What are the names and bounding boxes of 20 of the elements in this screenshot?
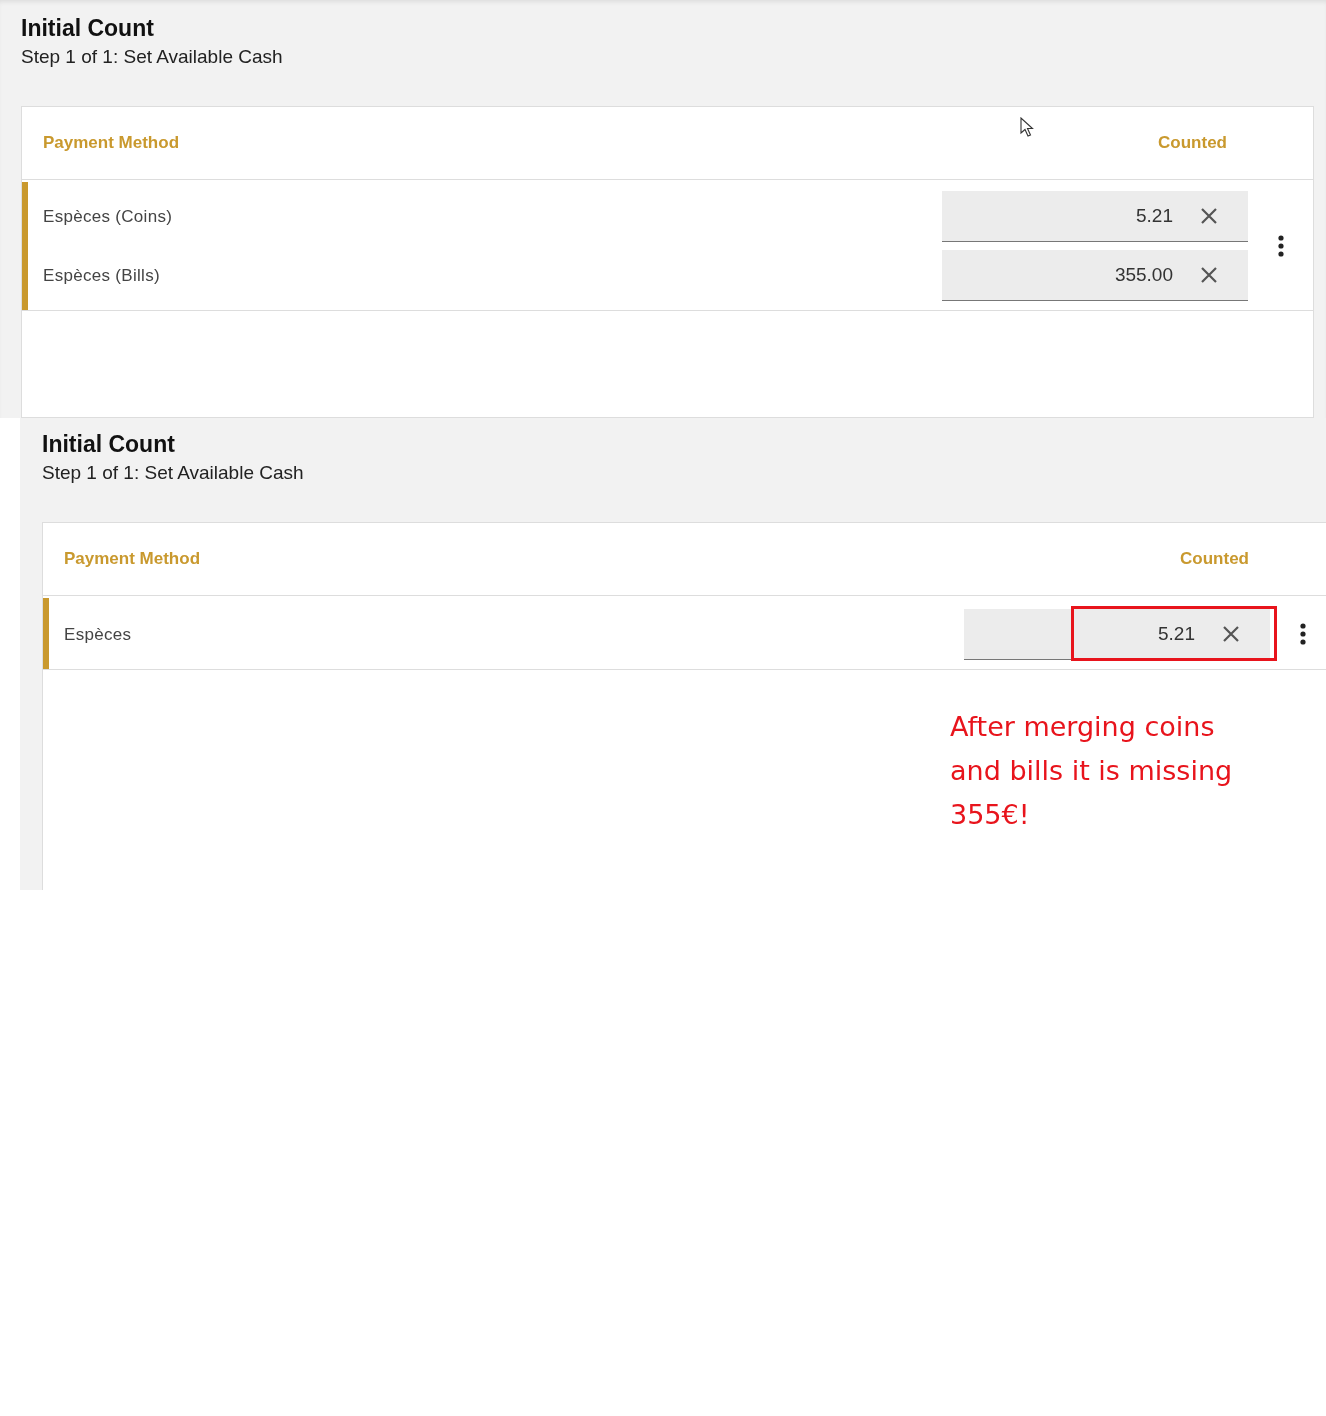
payment-method-label: Espèces (Coins) [42,206,174,227]
column-header: Counted [1180,549,1249,569]
step-subtitle: Step 1 of 1: Set Available Cash [42,461,305,485]
page-title: Initial Count [21,14,154,42]
payment-method-label: Espèces [63,624,133,645]
row-accent-bar [43,598,49,669]
more-options-icon[interactable] [1277,235,1284,257]
column-header: Payment Method [63,549,202,569]
annotation-text: After merging coins and bills it is missing 355€! [950,710,1234,832]
amount-field[interactable]: 355.00 [942,250,1248,301]
close-icon[interactable] [1222,625,1240,643]
more-options-icon[interactable] [1299,622,1306,645]
payment-method-label: Espèces (Bills) [42,265,161,286]
close-icon[interactable] [1200,207,1218,225]
column-header: Counted [1158,133,1227,153]
column-header: Payment Method [42,133,181,153]
page-title: Initial Count [42,430,175,458]
amount-field[interactable]: 5.21 [942,191,1248,242]
step-subtitle: Step 1 of 1: Set Available Cash [21,45,284,69]
close-icon[interactable] [1200,266,1218,284]
